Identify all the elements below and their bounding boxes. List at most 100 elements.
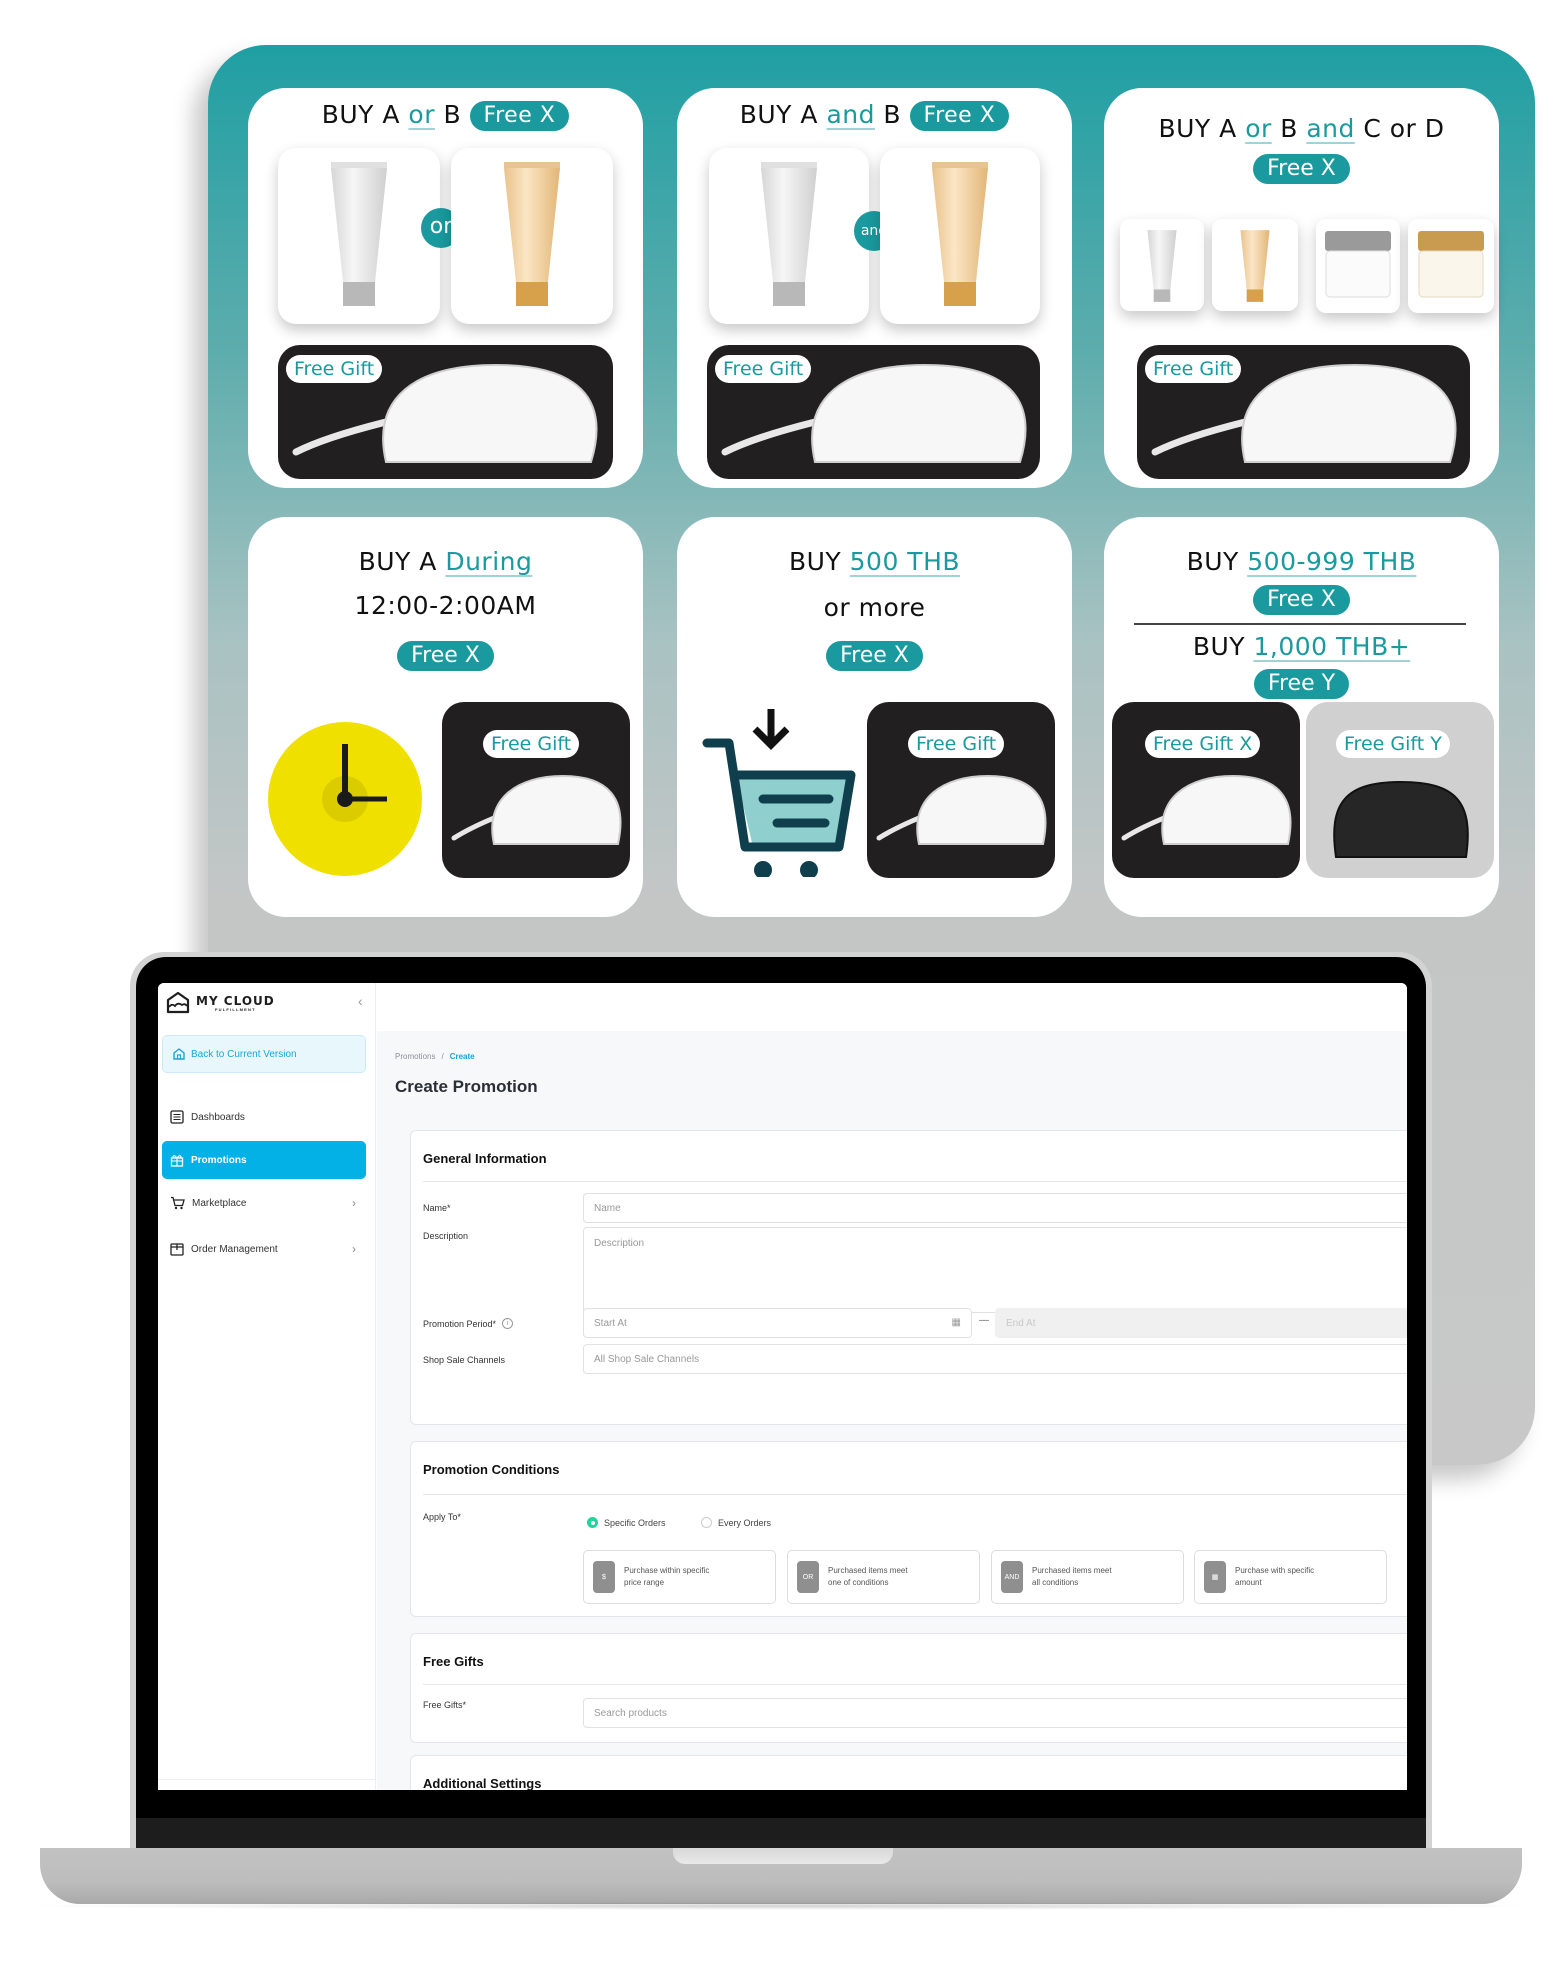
headline-text: BUY xyxy=(788,547,850,576)
product-tile-a xyxy=(1120,219,1204,311)
condition-text: amount xyxy=(1235,1578,1262,1587)
silver-tube-icon xyxy=(1147,230,1177,302)
promotion-period-label: Promotion Period* i xyxy=(423,1318,514,1329)
headline-text: BUY A xyxy=(358,547,446,576)
sidebar-item-marketplace[interactable]: Marketplace › xyxy=(162,1184,366,1222)
radio-every-orders[interactable]: Every Orders xyxy=(701,1517,771,1528)
product-tile-d xyxy=(1408,219,1494,313)
radio-label: Specific Orders xyxy=(604,1517,666,1528)
end-placeholder: End At xyxy=(1006,1317,1036,1329)
free-x-badge: Free X xyxy=(1253,585,1350,615)
headline-text: BUY A xyxy=(739,100,827,129)
info-icon[interactable]: i xyxy=(502,1318,514,1329)
start-date-input[interactable]: Start At ▦ xyxy=(583,1308,972,1338)
condition-specific-amount-card[interactable]: ▦ Purchase with specific amount xyxy=(1194,1550,1387,1604)
general-information-section: General Information Name* Name Descripti… xyxy=(410,1130,1407,1425)
card-headline: BUY A or B and C or D xyxy=(1104,114,1499,143)
logo[interactable]: MY CLOUD FULFILLMENT xyxy=(166,991,275,1015)
condition-all-card[interactable]: AND Purchased items meet all conditions xyxy=(991,1550,1184,1604)
condition-text: Purchased items meet xyxy=(828,1566,908,1575)
breadcrumb: Promotions / Create xyxy=(395,1052,475,1061)
free-gift-x-tag: Free Gift X xyxy=(1145,730,1261,758)
section-title: Free Gifts xyxy=(423,1654,484,1669)
condition-text: price range xyxy=(624,1578,665,1587)
promo-card-buy-a-or-b-and-c-or-d: BUY A or B and C or D Free X Free Gift xyxy=(1104,88,1499,488)
silver-tube-icon xyxy=(331,162,387,306)
calendar-icon[interactable]: ▦ xyxy=(952,1317,961,1328)
sidebar: MY CLOUD FULFILLMENT ‹ Back to Current V… xyxy=(158,983,376,1790)
free-gift-tag: Free Gift xyxy=(483,730,580,758)
headline-text: B xyxy=(435,100,470,129)
collapse-sidebar-button[interactable]: ‹ xyxy=(358,993,363,1009)
product-tile-b xyxy=(451,148,613,324)
promo-card-buy-during-time: BUY A During 12:00-2:00AM Free X Free Gi… xyxy=(248,517,643,917)
silver-jar-icon xyxy=(1325,231,1391,298)
search-products-input[interactable]: Search products xyxy=(583,1698,1407,1728)
condition-one-of-card[interactable]: OR Purchased items meet one of conditions xyxy=(787,1550,980,1604)
card-headline: BUY A and B Free X xyxy=(677,100,1072,131)
sidebar-item-dashboards[interactable]: Dashboards xyxy=(162,1098,366,1136)
promo-card-buy-a-and-b: BUY A and B Free X and Free Gift xyxy=(677,88,1072,488)
promo-card-buy-min-amount: BUY 500 THB or more Free X Free Gift xyxy=(677,517,1072,917)
range-separator: — xyxy=(979,1315,989,1326)
product-tile-a xyxy=(278,148,440,324)
headline-keyword: or xyxy=(1245,114,1272,143)
chevron-right-icon: › xyxy=(352,1196,356,1210)
tier1-headline: BUY 500-999 THB xyxy=(1104,547,1499,576)
sidebar-item-label: Dashboards xyxy=(191,1111,245,1123)
condition-price-range-card[interactable]: $ Purchase within specific price range xyxy=(583,1550,776,1604)
radio-label: Every Orders xyxy=(718,1517,772,1528)
breadcrumb-promotions-link[interactable]: Promotions xyxy=(395,1052,435,1061)
free-x-badge: Free X xyxy=(826,641,923,671)
laptop-chin xyxy=(136,1818,1426,1850)
tier-divider xyxy=(1134,623,1466,625)
sidebar-item-label: Order Management xyxy=(191,1243,278,1255)
card-headline: BUY A or B Free X xyxy=(248,100,643,131)
free-y-badge: Free Y xyxy=(1253,669,1350,699)
app-screen: MY CLOUD FULFILLMENT ‹ Back to Current V… xyxy=(158,983,1407,1790)
headline-text: BUY A xyxy=(321,100,409,129)
headline-text: B xyxy=(874,100,910,129)
free-gifts-label: Free Gifts* xyxy=(423,1700,467,1710)
time-range-text: 12:00-2:00AM xyxy=(354,591,537,620)
promo-card-buy-a-or-b: BUY A or B Free X or Free Gift xyxy=(248,88,643,488)
name-label: Name* xyxy=(423,1203,451,1213)
sidebar-item-promotions[interactable]: Promotions xyxy=(162,1141,366,1179)
gold-tube-icon xyxy=(504,162,560,306)
main-content: Promotions / Create Create Promotion Gen… xyxy=(377,983,1407,1790)
description-textarea[interactable]: Description xyxy=(583,1227,1407,1313)
tier2-headline: BUY 1,000 THB+ xyxy=(1104,632,1499,661)
headline-keyword: or xyxy=(408,100,435,129)
free-gifts-section: Free Gifts Free Gifts* Search products xyxy=(410,1633,1407,1743)
radio-specific-orders[interactable]: Specific Orders xyxy=(587,1517,666,1528)
card-headline: BUY A During xyxy=(248,547,643,576)
free-gift-y-tile: Free Gift Y xyxy=(1306,702,1494,878)
condition-text: one of conditions xyxy=(828,1578,889,1587)
end-date-input[interactable]: End At xyxy=(995,1308,1407,1338)
additional-settings-section: Additional Settings xyxy=(410,1755,1407,1790)
product-tile-b xyxy=(1212,219,1298,311)
headline-keyword: and xyxy=(1306,114,1355,143)
headline-text: C or D xyxy=(1354,114,1445,143)
sidebar-footer-divider xyxy=(158,1779,376,1780)
sidebar-item-order-management[interactable]: Order Management › xyxy=(162,1230,366,1268)
home-icon xyxy=(173,1048,185,1060)
headline-keyword: During xyxy=(445,547,533,576)
breadcrumb-current: Create xyxy=(449,1052,475,1061)
condition-text: all conditions xyxy=(1032,1578,1079,1587)
free-gift-tile: Free Gift xyxy=(1137,345,1470,479)
description-label: Description xyxy=(423,1231,469,1241)
cloud-house-logo-icon xyxy=(166,991,190,1014)
boxes-icon: ▦ xyxy=(1204,1561,1226,1593)
box-icon xyxy=(170,1243,184,1256)
white-pouch-icon xyxy=(876,774,1047,845)
name-input[interactable]: Name xyxy=(583,1193,1407,1223)
free-gift-tag: Free Gift xyxy=(908,730,1005,758)
back-to-current-version-button[interactable]: Back to Current Version xyxy=(162,1035,366,1073)
headline-keyword: 1,000 THB+ xyxy=(1253,632,1411,661)
laptop-shadow xyxy=(10,1902,1550,1910)
free-gift-y-tag: Free Gift Y xyxy=(1336,730,1450,758)
shop-sale-channels-select[interactable]: All Shop Sale Channels xyxy=(583,1344,1407,1374)
free-x-badge: Free X xyxy=(469,101,570,131)
money-icon: $ xyxy=(593,1561,615,1593)
